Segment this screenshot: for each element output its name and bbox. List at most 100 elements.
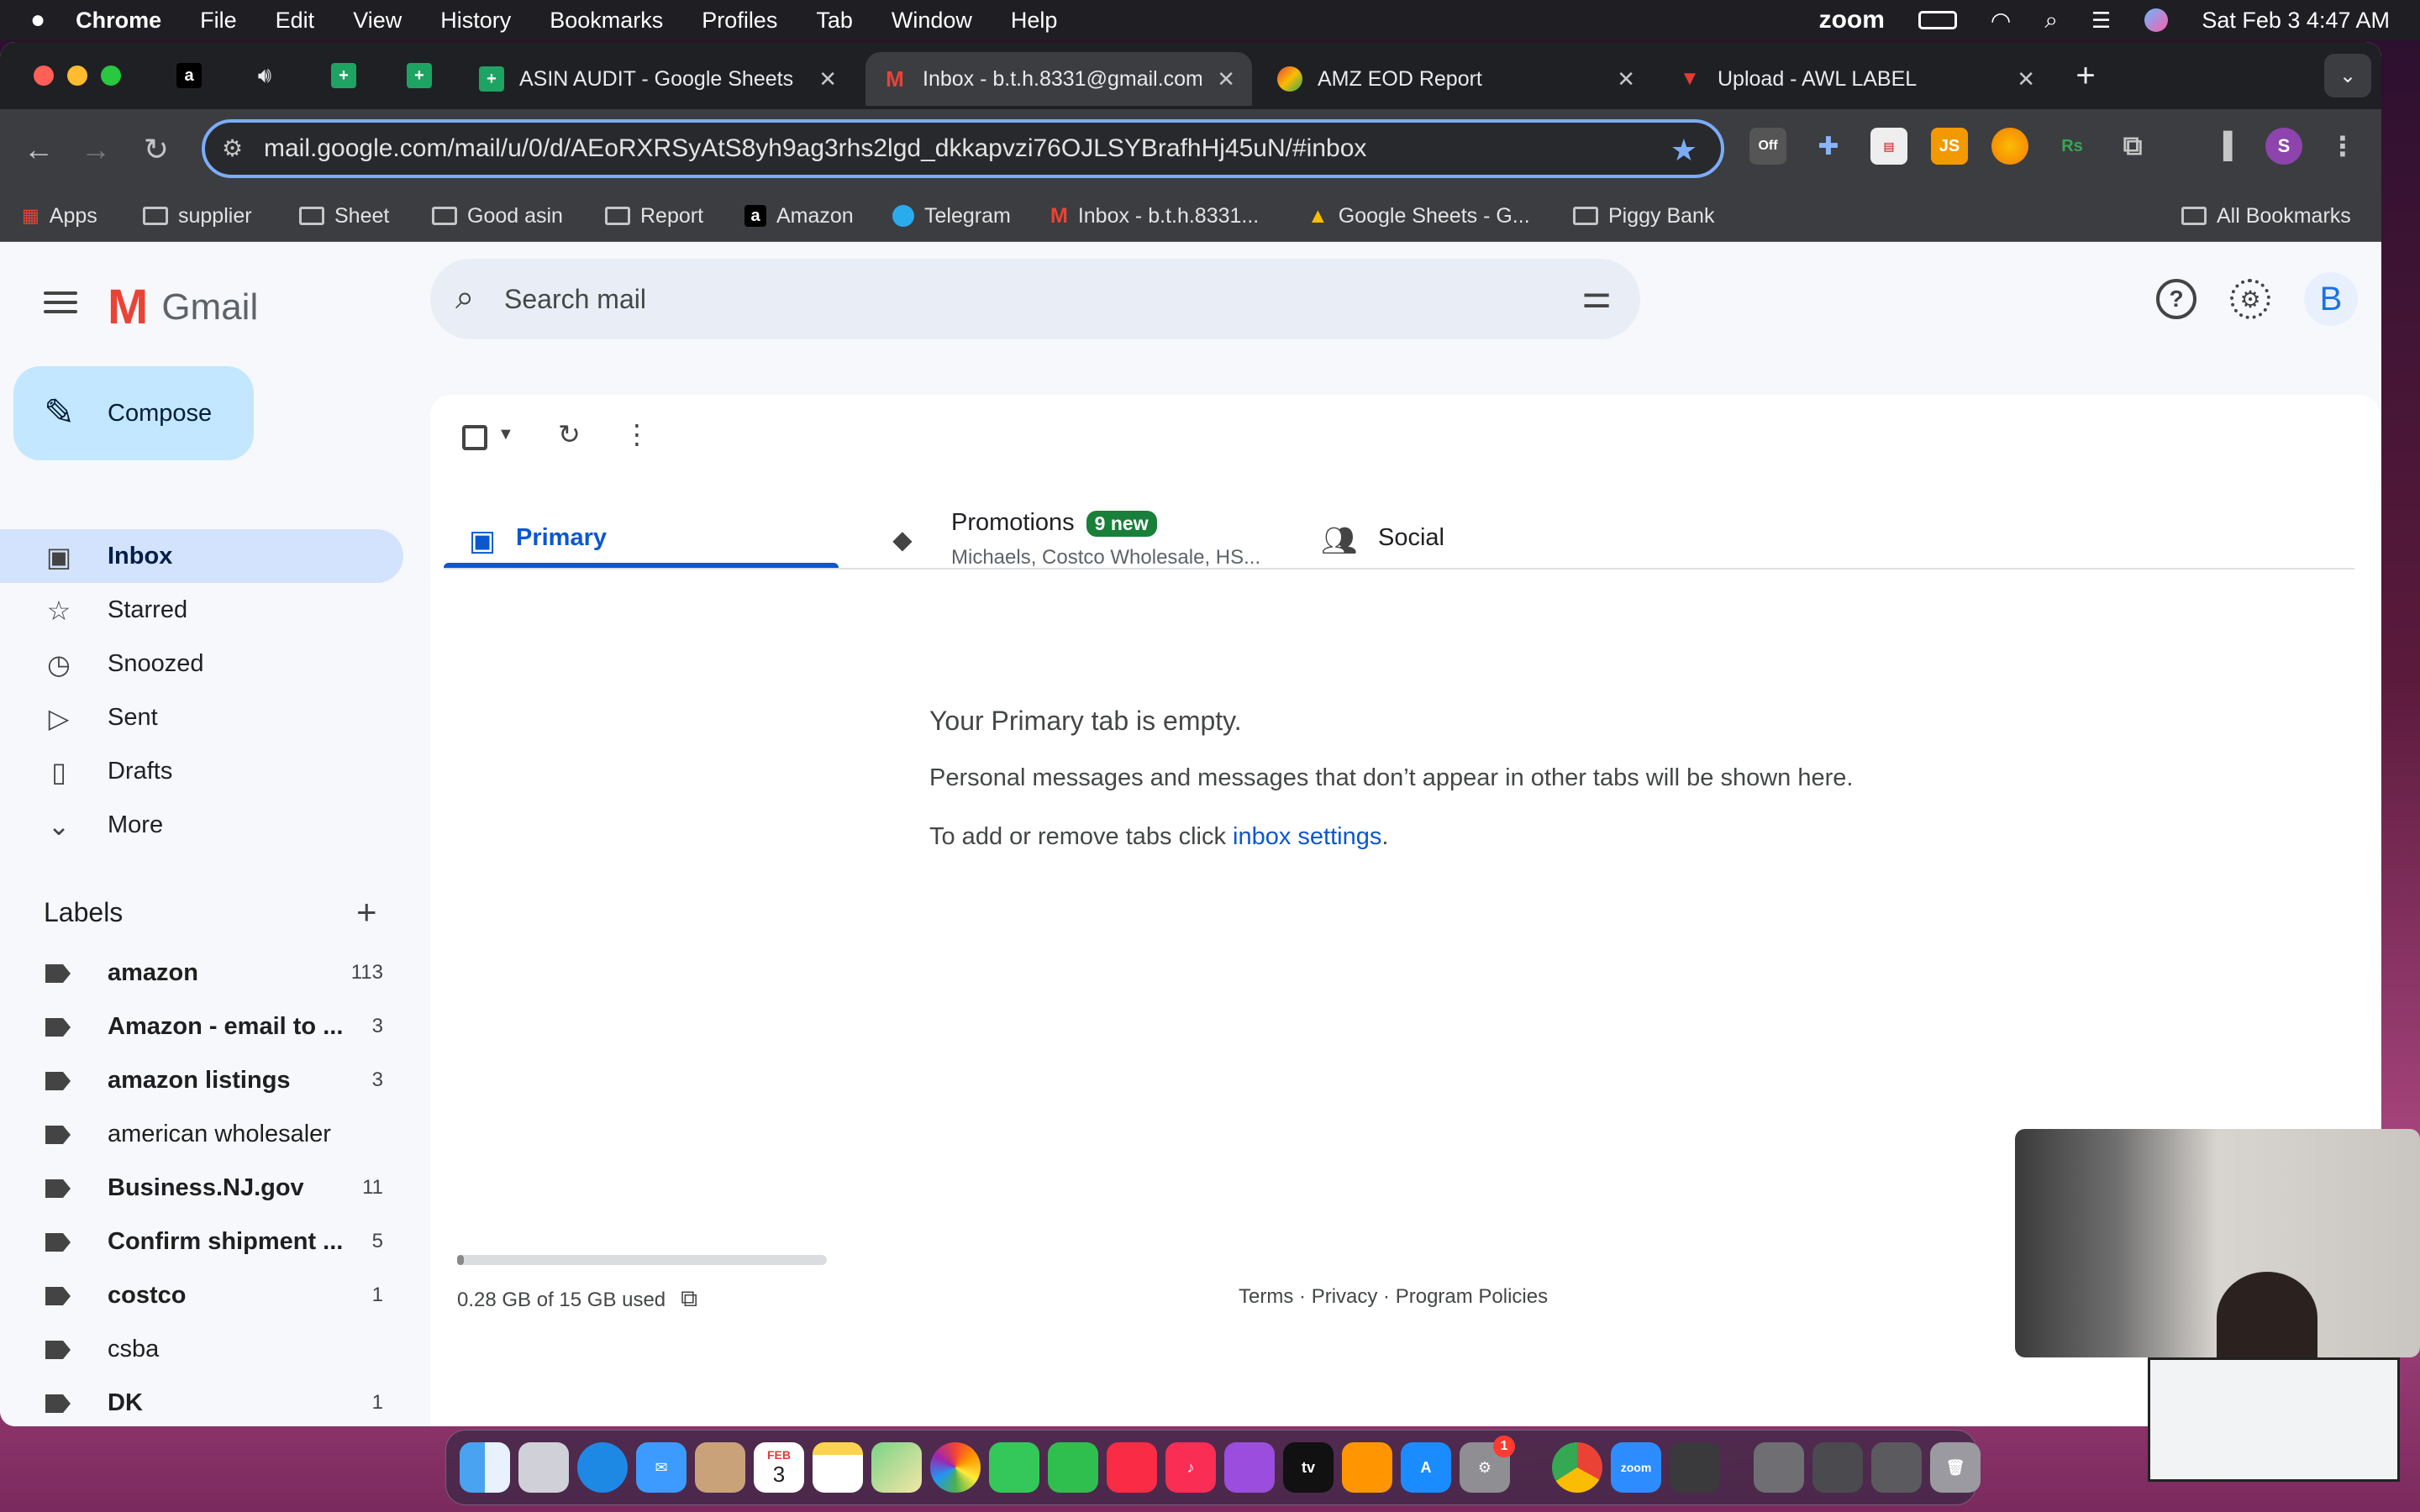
menu-view[interactable]: View	[353, 8, 402, 34]
new-tab-button[interactable]: +	[2064, 54, 2107, 97]
extension-js-icon[interactable]: JS	[1931, 128, 1968, 165]
forward-arrow-icon[interactable]: →	[77, 131, 114, 168]
notes-icon[interactable]	[813, 1442, 863, 1493]
menu-bookmarks[interactable]: Bookmarks	[550, 8, 663, 34]
siri-icon[interactable]	[2144, 8, 2169, 32]
nav-more[interactable]: ⌄ More	[0, 798, 403, 852]
screen-share-thumbnail[interactable]	[2148, 1357, 2400, 1482]
mail-icon[interactable]: ✉	[636, 1442, 687, 1493]
control-center-icon[interactable]: ☰	[2091, 8, 2111, 34]
downloads-stack-icon[interactable]	[1754, 1442, 1804, 1493]
menu-file[interactable]: File	[200, 8, 237, 34]
apple-logo-icon[interactable]: ●	[30, 6, 45, 34]
bookmark-google-sheets[interactable]: ▲ Google Sheets - G...	[1307, 200, 1530, 232]
books-icon[interactable]	[1342, 1442, 1392, 1493]
tab-social[interactable]: 👥︎ Social	[1304, 494, 1699, 588]
select-all-checkbox[interactable]	[462, 425, 487, 450]
tab-amz-eod-report[interactable]: AMZ EOD Report ✕	[1260, 52, 1652, 106]
keyboard-stack-icon[interactable]	[1812, 1442, 1863, 1493]
tab-primary[interactable]: ▣ Primary	[444, 494, 839, 588]
settings-gear-icon[interactable]: ⚙	[2230, 279, 2270, 319]
extension-orange-circle-icon[interactable]	[1991, 128, 2028, 165]
reload-icon[interactable]: ↻	[138, 131, 175, 168]
calendar-icon[interactable]: FEB 3	[754, 1442, 804, 1493]
pinned-tab-audio[interactable]: 🔊︎	[244, 54, 286, 97]
tab-promotions[interactable]: ⬥ Promotions 9 new Michaels, Costco Whole…	[881, 494, 1276, 588]
finder-icon[interactable]	[460, 1442, 510, 1493]
menu-help[interactable]: Help	[1011, 8, 1058, 34]
label-item[interactable]: Amazon - email to ... 3	[0, 1000, 403, 1053]
pinned-tab-sheets-1[interactable]: +	[323, 54, 365, 97]
bookmark-folder-good-asin[interactable]: Good asin	[432, 200, 563, 232]
refresh-icon[interactable]: ↻	[558, 418, 581, 450]
zoom-app-icon[interactable]: zoom	[1611, 1442, 1661, 1493]
bookmark-folder-report[interactable]: Report	[605, 200, 703, 232]
bookmark-apps[interactable]: ▦ Apps	[22, 200, 97, 232]
minimize-window-button[interactable]	[67, 66, 87, 86]
account-avatar[interactable]: B	[2304, 272, 2358, 326]
privacy-link[interactable]: Privacy	[1312, 1285, 1378, 1308]
pinned-tab-sheets-2[interactable]: +	[398, 54, 440, 97]
launchpad-icon[interactable]	[518, 1442, 569, 1493]
zoom-status-icon[interactable]: zoom	[1819, 6, 1885, 34]
close-tab-icon[interactable]: ✕	[818, 66, 837, 92]
maps-icon[interactable]	[871, 1442, 922, 1493]
label-item[interactable]: Business.NJ.gov 11	[0, 1161, 403, 1215]
label-item[interactable]: DK 1	[0, 1376, 403, 1426]
close-tab-icon[interactable]: ✕	[1217, 66, 1235, 92]
select-dropdown-icon[interactable]: ▼	[497, 425, 514, 444]
external-link-icon[interactable]: ⧉	[681, 1285, 697, 1311]
safari-icon[interactable]	[577, 1442, 628, 1493]
music-icon[interactable]: ♪	[1165, 1442, 1216, 1493]
tab-search-button[interactable]: ⌄	[2324, 54, 2371, 97]
spotlight-search-icon[interactable]: ⌕	[2044, 7, 2058, 34]
label-item[interactable]: Confirm shipment ... 5	[0, 1215, 403, 1268]
label-item[interactable]: costco 1	[0, 1268, 403, 1322]
help-icon[interactable]: ?	[2156, 279, 2196, 319]
tab-asin-audit[interactable]: + ASIN AUDIT - Google Sheets ✕	[462, 52, 854, 106]
menu-history[interactable]: History	[440, 8, 511, 34]
extension-image-icon[interactable]: ▤	[1870, 128, 1907, 165]
bookmark-star-icon[interactable]: ★	[1670, 133, 1697, 168]
menu-app-name[interactable]: Chrome	[76, 8, 161, 34]
label-item[interactable]: american wholesaler	[0, 1107, 403, 1161]
bookmark-all-bookmarks[interactable]: All Bookmarks	[2181, 200, 2351, 232]
search-bar[interactable]: ⌕ Search mail ⚌	[430, 259, 1640, 339]
menu-profiles[interactable]: Profiles	[702, 8, 777, 34]
tab-upload-awl-label[interactable]: ▼ Upload - AWL LABEL ✕	[1660, 52, 2052, 106]
side-panel-icon[interactable]: ▐	[2205, 128, 2242, 165]
search-options-icon[interactable]: ⚌	[1581, 277, 1612, 316]
bookmark-folder-sheet[interactable]: Sheet	[299, 200, 389, 232]
menu-window[interactable]: Window	[892, 8, 972, 34]
bookmark-gmail-inbox[interactable]: M Inbox - b.t.h.8331...	[1050, 200, 1259, 232]
extension-puzzle-blue-icon[interactable]: ✚	[1810, 128, 1847, 165]
nav-drafts[interactable]: ▯ Drafts	[0, 744, 403, 798]
bookmark-folder-supplier[interactable]: supplier	[143, 200, 252, 232]
extensions-puzzle-icon[interactable]: ⧉	[2114, 128, 2151, 165]
menu-clock[interactable]: Sat Feb 3 4:47 AM	[2202, 8, 2390, 34]
extension-rs-icon[interactable]: Rs	[2054, 128, 2091, 165]
nav-snoozed[interactable]: ◷ Snoozed	[0, 637, 403, 690]
program-policies-link[interactable]: Program Policies	[1396, 1285, 1548, 1308]
label-item[interactable]: amazon 113	[0, 946, 403, 1000]
nav-sent[interactable]: ▷ Sent	[0, 690, 403, 744]
photos-icon[interactable]	[930, 1442, 981, 1493]
bookmark-folder-piggy-bank[interactable]: Piggy Bank	[1573, 200, 1714, 232]
trash-icon[interactable]: 🗑︎	[1930, 1442, 1981, 1493]
bookmark-amazon[interactable]: a Amazon	[744, 200, 854, 232]
create-label-plus-icon[interactable]: +	[356, 892, 377, 932]
compose-button[interactable]: ✎ Compose	[13, 366, 254, 460]
profile-avatar[interactable]: S	[2265, 128, 2302, 165]
app-store-icon[interactable]: A	[1401, 1442, 1451, 1493]
chrome-menu-icon[interactable]: ⋮	[2324, 128, 2361, 165]
storage-used-text[interactable]: 0.28 GB of 15 GB used ⧉	[457, 1285, 697, 1313]
more-options-icon[interactable]: ⋮	[623, 418, 650, 450]
contacts-icon[interactable]	[695, 1442, 745, 1493]
tab-gmail-inbox[interactable]: M Inbox - b.t.h.8331@gmail.com ✕	[865, 52, 1252, 106]
inbox-settings-link[interactable]: inbox settings	[1233, 823, 1381, 850]
bookmark-telegram[interactable]: Telegram	[892, 200, 1011, 232]
search-icon[interactable]: ⌕	[455, 279, 474, 317]
facetime-icon[interactable]	[1048, 1442, 1098, 1493]
documents-stack-icon[interactable]	[1871, 1442, 1922, 1493]
site-info-icon[interactable]: ⚙	[222, 134, 243, 162]
